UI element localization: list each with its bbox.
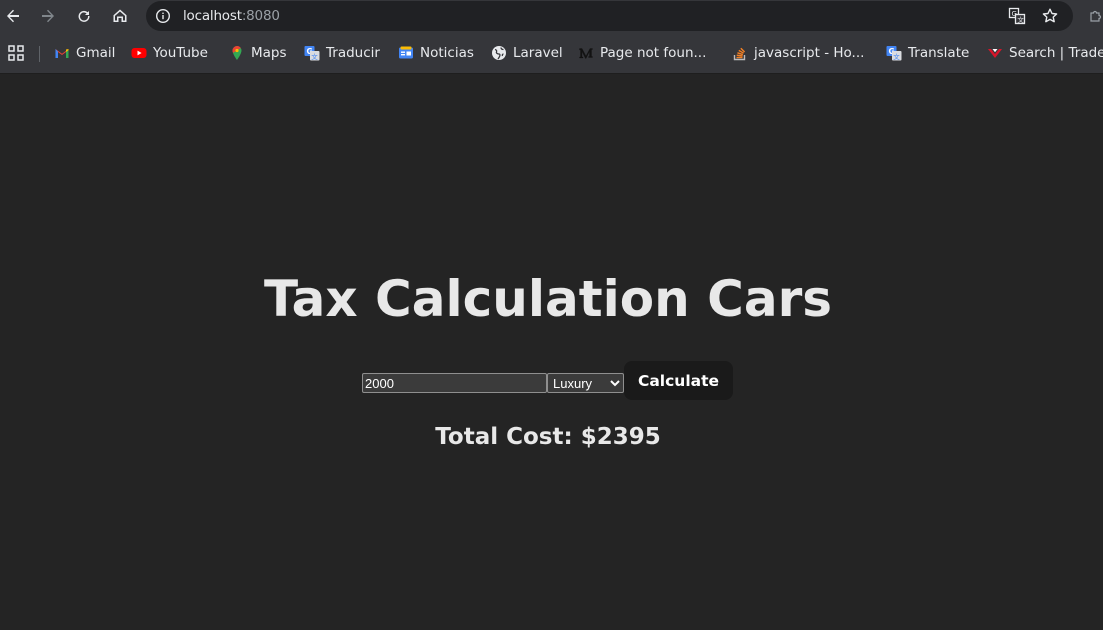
bookmark-traducir[interactable]: G文 Traducir bbox=[304, 32, 380, 73]
maps-icon bbox=[232, 45, 242, 60]
bookmark-label: Maps bbox=[251, 44, 287, 61]
amount-input[interactable] bbox=[362, 373, 547, 393]
forward-arrow-icon bbox=[42, 9, 54, 23]
bookmark-youtube[interactable]: YouTube bbox=[131, 32, 208, 73]
site-info-icon[interactable] bbox=[155, 8, 171, 24]
back-arrow-icon bbox=[7, 9, 19, 23]
car-type-select[interactable]: Luxury bbox=[547, 373, 624, 393]
bookmark-search-trade[interactable]: Search | Trade bbox=[987, 32, 1103, 73]
bookmark-label: Page not foun... bbox=[600, 44, 707, 61]
url-host: localhost bbox=[183, 8, 242, 24]
bookmark-label: YouTube bbox=[153, 44, 208, 61]
extension-icon[interactable] bbox=[1088, 7, 1103, 23]
bookmarks-bar: Gmail YouTube Maps G文 Traducir Noticias … bbox=[0, 32, 1103, 74]
browser-toolbar: localhost:8080 G文 bbox=[0, 0, 1103, 32]
stackoverflow-icon bbox=[733, 47, 746, 60]
trade-icon bbox=[988, 48, 1002, 58]
bookmark-laravel[interactable]: Laravel bbox=[491, 32, 563, 73]
back-button[interactable] bbox=[0, 2, 27, 30]
calculate-button[interactable]: Calculate bbox=[624, 361, 733, 400]
bookmarks-separator bbox=[39, 46, 40, 62]
bookmark-label: Translate bbox=[908, 44, 970, 61]
url-port: :8080 bbox=[241, 8, 280, 24]
bookmark-page-not-found[interactable]: Page not foun... bbox=[578, 32, 706, 73]
bookmark-gmail[interactable]: Gmail bbox=[54, 32, 115, 73]
bookmark-label: Laravel bbox=[513, 44, 563, 61]
svg-text:文: 文 bbox=[893, 52, 900, 61]
address-bar[interactable]: localhost:8080 G文 bbox=[146, 1, 1073, 31]
bookmark-noticias[interactable]: Noticias bbox=[398, 32, 474, 73]
home-button[interactable] bbox=[106, 2, 134, 30]
youtube-icon bbox=[131, 47, 147, 58]
home-icon bbox=[113, 9, 127, 22]
medium-icon bbox=[579, 47, 593, 59]
translate-page-icon[interactable]: G文 bbox=[1008, 7, 1026, 25]
page-content: Tax Calculation Cars Luxury Calculate To… bbox=[0, 74, 1103, 630]
bookmark-label: Traducir bbox=[326, 44, 380, 61]
bookmark-translate[interactable]: G文 Translate bbox=[886, 32, 969, 73]
bookmark-label: Search | Trade bbox=[1009, 44, 1103, 61]
url-text: localhost:8080 bbox=[183, 8, 280, 24]
svg-text:文: 文 bbox=[311, 52, 318, 61]
bookmark-label: Gmail bbox=[76, 44, 116, 61]
page-title: Tax Calculation Cars bbox=[264, 270, 832, 328]
gmail-icon bbox=[55, 48, 69, 58]
bookmark-label: Noticias bbox=[420, 44, 474, 61]
forward-button[interactable] bbox=[34, 2, 62, 30]
reload-button[interactable] bbox=[70, 2, 98, 30]
bookmark-star-icon[interactable] bbox=[1041, 7, 1059, 25]
bookmark-maps[interactable]: Maps bbox=[229, 32, 287, 73]
google-news-icon bbox=[399, 46, 413, 58]
globe-icon bbox=[492, 45, 506, 60]
google-translate-icon: G文 bbox=[886, 45, 902, 61]
svg-text:文: 文 bbox=[1017, 15, 1024, 24]
bookmark-label: javascript - Ho... bbox=[754, 44, 865, 61]
apps-grid-icon[interactable] bbox=[8, 45, 24, 61]
total-cost-text: Total Cost: $2395 bbox=[435, 424, 661, 450]
bookmark-javascript[interactable]: javascript - Ho... bbox=[732, 32, 864, 73]
reload-icon bbox=[78, 10, 90, 22]
google-translate-icon: G文 bbox=[304, 45, 320, 61]
